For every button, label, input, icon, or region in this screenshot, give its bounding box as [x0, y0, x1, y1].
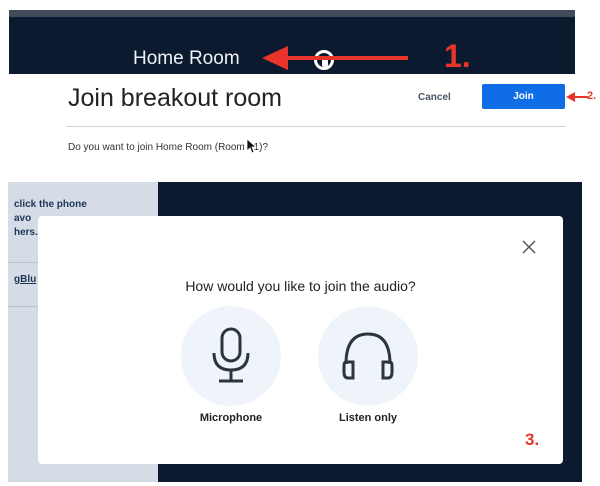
join-question: Do you want to join Home Room (Room - 1)…: [68, 142, 269, 153]
mouse-cursor-icon: [246, 138, 258, 154]
listen-only-option-button[interactable]: [318, 306, 418, 406]
microphone-option-button[interactable]: [181, 306, 281, 406]
join-button[interactable]: Join: [482, 84, 565, 109]
chat-text: hers.: [14, 227, 38, 238]
cancel-button[interactable]: Cancel: [418, 92, 451, 103]
annotation-step-2: 2.: [587, 90, 597, 102]
join-breakout-dialog: Join breakout room Cancel Join Do you wa…: [8, 74, 575, 160]
chat-link[interactable]: gBlu: [14, 274, 36, 285]
listen-only-label: Listen only: [338, 412, 398, 424]
microphone-label: Microphone: [199, 412, 263, 424]
close-icon[interactable]: [520, 238, 538, 256]
dialog-title: Join breakout room: [68, 84, 283, 112]
annotation-step-3: 3.: [525, 430, 540, 449]
dialog-divider: [66, 126, 566, 127]
chat-text: avo: [14, 213, 32, 224]
audio-join-modal: How would you like to join the audio? Mi…: [38, 216, 563, 464]
annotation-arrow-1: [262, 46, 408, 70]
microphone-icon: [212, 327, 250, 383]
room-name[interactable]: Home Room: [133, 48, 240, 70]
top-bar-strip: [9, 10, 575, 17]
audio-question: How would you like to join the audio?: [185, 278, 416, 294]
annotation-step-1: 1.: [444, 38, 471, 74]
chat-text: click the phone: [14, 199, 87, 210]
headphones-icon: [342, 332, 394, 380]
